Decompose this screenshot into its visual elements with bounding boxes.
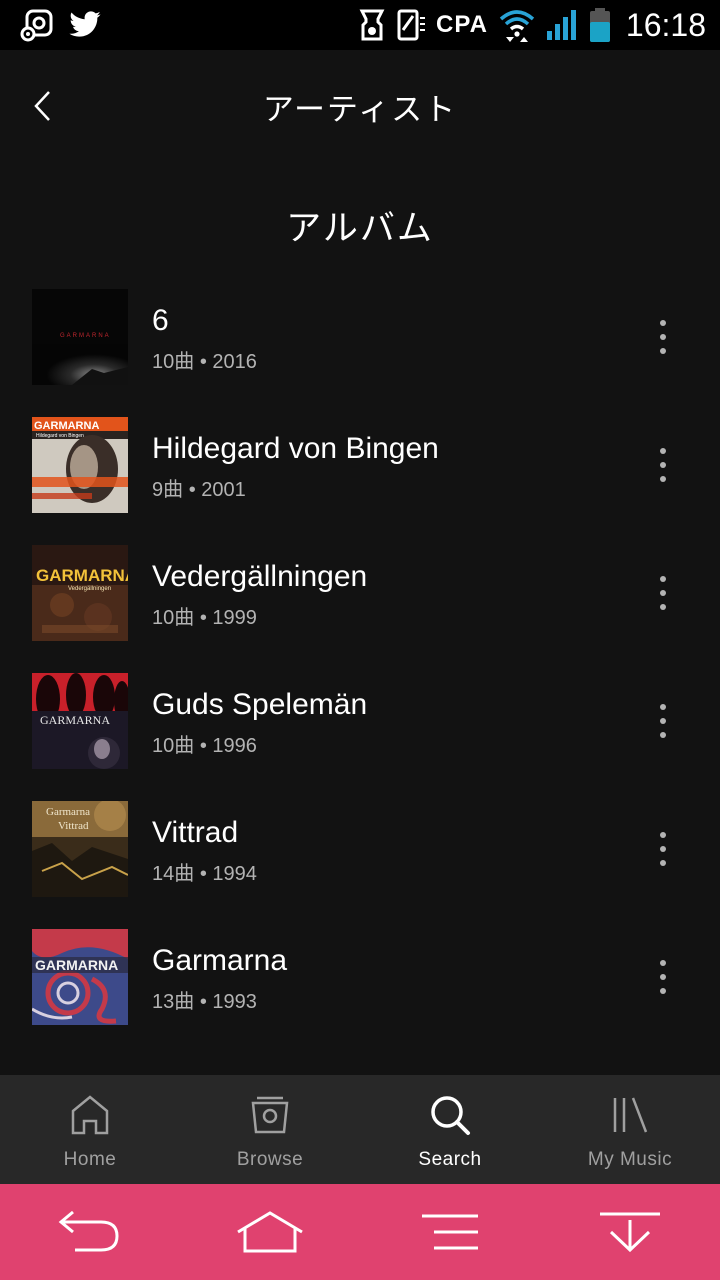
meta-separator: • bbox=[199, 607, 207, 629]
signal-icon bbox=[546, 9, 578, 41]
album-title: Vittrad bbox=[152, 816, 239, 849]
cover-text: GARMARNA bbox=[34, 420, 99, 432]
cover-subtext: Hildegard von Bingen bbox=[36, 433, 84, 439]
album-cover: Garmarna Vittrad bbox=[32, 801, 128, 897]
nav-my-music[interactable]: My Music bbox=[540, 1075, 720, 1184]
album-meta: 10曲 • 2016 bbox=[152, 345, 257, 374]
album-cover: GARMARNA Hildegard von Bingen bbox=[32, 417, 128, 513]
album-cover: GARMARNA Vedergällningen bbox=[32, 545, 128, 641]
wifi-icon bbox=[498, 7, 536, 43]
nav-label: My Music bbox=[587, 1149, 673, 1170]
cover-text: GARMARNA bbox=[36, 566, 128, 585]
meta-separator: • bbox=[199, 351, 207, 373]
more-options-button[interactable] bbox=[644, 825, 682, 873]
release-year: 2016 bbox=[212, 351, 257, 373]
sim-icon bbox=[396, 8, 426, 42]
back-button[interactable] bbox=[20, 84, 64, 128]
menu-icon bbox=[422, 1214, 478, 1250]
chevron-left-icon bbox=[34, 91, 50, 121]
cover-subtext: Vittrad bbox=[58, 820, 89, 832]
more-options-button[interactable] bbox=[644, 313, 682, 361]
download-arrow-icon bbox=[600, 1212, 660, 1253]
home-icon bbox=[68, 1093, 112, 1137]
album-meta: 10曲 • 1996 bbox=[152, 729, 367, 758]
more-options-button[interactable] bbox=[644, 569, 682, 617]
meta-separator: • bbox=[199, 735, 207, 757]
nav-label: Search bbox=[418, 1149, 482, 1170]
bottom-navigation: Home Browse Search My Music bbox=[0, 1075, 720, 1184]
more-options-button[interactable] bbox=[644, 441, 682, 489]
album-meta: 13曲 • 1993 bbox=[152, 985, 287, 1014]
cover-text: GARMARNA bbox=[35, 957, 118, 973]
release-year: 1999 bbox=[212, 607, 257, 629]
release-year: 1994 bbox=[212, 863, 257, 885]
meta-separator: • bbox=[199, 991, 207, 1013]
album-row[interactable]: GARMARNA Guds Spelemän 10曲 • 1996 bbox=[0, 673, 720, 801]
nav-search[interactable]: Search bbox=[360, 1075, 540, 1184]
track-count: 10曲 bbox=[152, 351, 195, 373]
browse-icon bbox=[248, 1093, 292, 1137]
release-year: 1996 bbox=[212, 735, 257, 757]
nav-label: Browse bbox=[236, 1149, 304, 1170]
cover-text: Garmarna bbox=[46, 806, 90, 818]
track-count: 9曲 bbox=[152, 479, 184, 501]
album-title: 6 bbox=[152, 304, 169, 337]
cover-subtext: Vedergällningen bbox=[68, 586, 111, 592]
carrier-label: CPA bbox=[436, 11, 488, 38]
nav-home[interactable]: Home bbox=[0, 1075, 180, 1184]
twitter-icon bbox=[68, 10, 102, 40]
track-count: 10曲 bbox=[152, 607, 195, 629]
device-icon bbox=[358, 8, 386, 42]
album-title: Hildegard von Bingen bbox=[152, 432, 439, 465]
back-arrow-icon bbox=[58, 1210, 119, 1252]
album-title: Vedergällningen bbox=[152, 560, 368, 593]
home-outline-icon bbox=[237, 1211, 303, 1253]
cover-text: GARMARNA bbox=[60, 333, 111, 339]
track-count: 14曲 bbox=[152, 863, 195, 885]
album-meta: 10曲 • 1999 bbox=[152, 601, 367, 630]
meta-separator: • bbox=[199, 863, 207, 885]
album-meta: 9曲 • 2001 bbox=[152, 473, 439, 502]
status-bar: CPA 16:18 bbox=[0, 0, 720, 50]
clock: 16:18 bbox=[625, 6, 706, 43]
release-year: 1993 bbox=[212, 991, 257, 1013]
album-row[interactable]: GARMARNA 6 10曲 • 2016 bbox=[0, 289, 720, 417]
track-count: 13曲 bbox=[152, 991, 195, 1013]
page-title: アーティスト bbox=[262, 91, 458, 128]
album-meta: 14曲 • 1994 bbox=[152, 857, 257, 886]
top-bar: アーティスト bbox=[0, 50, 720, 162]
album-cover: GARMARNA bbox=[32, 929, 128, 1025]
album-title: Guds Spelemän bbox=[152, 688, 368, 721]
library-icon bbox=[608, 1093, 652, 1137]
album-cover: GARMARNA bbox=[32, 673, 128, 769]
cover-text: GARMARNA bbox=[40, 713, 110, 727]
system-menu-button[interactable] bbox=[360, 1184, 540, 1280]
album-list: GARMARNA 6 10曲 • 2016 GARMARNA Hildegard… bbox=[0, 289, 720, 1057]
meta-separator: • bbox=[188, 479, 196, 501]
system-back-button[interactable] bbox=[0, 1184, 180, 1280]
more-options-button[interactable] bbox=[644, 953, 682, 1001]
release-year: 2001 bbox=[201, 479, 246, 501]
system-navigation-bar bbox=[0, 1184, 720, 1280]
album-title: Garmarna bbox=[152, 944, 288, 977]
album-row[interactable]: GARMARNA Garmarna 13曲 • 1993 bbox=[0, 929, 720, 1057]
battery-icon bbox=[588, 7, 612, 43]
location-share-icon bbox=[18, 7, 54, 43]
system-home-button[interactable] bbox=[180, 1184, 360, 1280]
nav-label: Home bbox=[63, 1149, 117, 1170]
album-cover: GARMARNA bbox=[32, 289, 128, 385]
nav-browse[interactable]: Browse bbox=[180, 1075, 360, 1184]
album-row[interactable]: GARMARNA Hildegard von Bingen Hildegard … bbox=[0, 417, 720, 545]
search-icon bbox=[428, 1093, 472, 1137]
more-options-button[interactable] bbox=[644, 697, 682, 745]
track-count: 10曲 bbox=[152, 735, 195, 757]
section-title-albums: アルバム bbox=[286, 209, 434, 249]
album-row[interactable]: Garmarna Vittrad Vittrad 14曲 • 1994 bbox=[0, 801, 720, 929]
system-download-button[interactable] bbox=[540, 1184, 720, 1280]
album-row[interactable]: GARMARNA Vedergällningen Vedergällningen… bbox=[0, 545, 720, 673]
